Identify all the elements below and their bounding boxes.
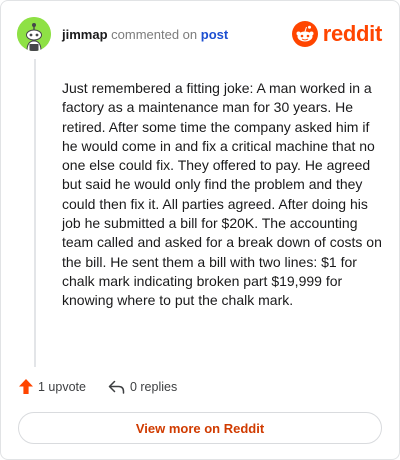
comment-body: Just remembered a fitting joke: A man wo… xyxy=(62,80,382,309)
reddit-logo[interactable]: reddit xyxy=(291,21,383,47)
replies-button[interactable]: 0 replies xyxy=(108,380,177,394)
comment-card: jimmap commented on post reddit Just rem… xyxy=(0,0,400,460)
upvote-arrow-icon xyxy=(19,379,33,394)
view-more-button[interactable]: View more on Reddit xyxy=(18,412,382,444)
thread-line xyxy=(34,59,36,367)
username-link[interactable]: jimmap xyxy=(62,27,108,42)
upvote-count: 1 upvote xyxy=(38,379,86,394)
reddit-alien-icon xyxy=(291,21,318,47)
comment-header: jimmap commented on post xyxy=(62,27,228,43)
replies-count: 0 replies xyxy=(129,379,178,394)
upvote-button[interactable]: 1 upvote xyxy=(19,379,86,394)
user-avatar[interactable] xyxy=(17,17,51,51)
commented-on-text: commented on xyxy=(111,27,198,42)
reddit-wordmark: reddit xyxy=(322,21,383,46)
post-link[interactable]: post xyxy=(201,27,228,42)
snoo-avatar-icon xyxy=(17,17,51,51)
reply-arrow-icon xyxy=(108,380,125,394)
comment-actions: 1 upvote 0 replies xyxy=(19,379,177,394)
